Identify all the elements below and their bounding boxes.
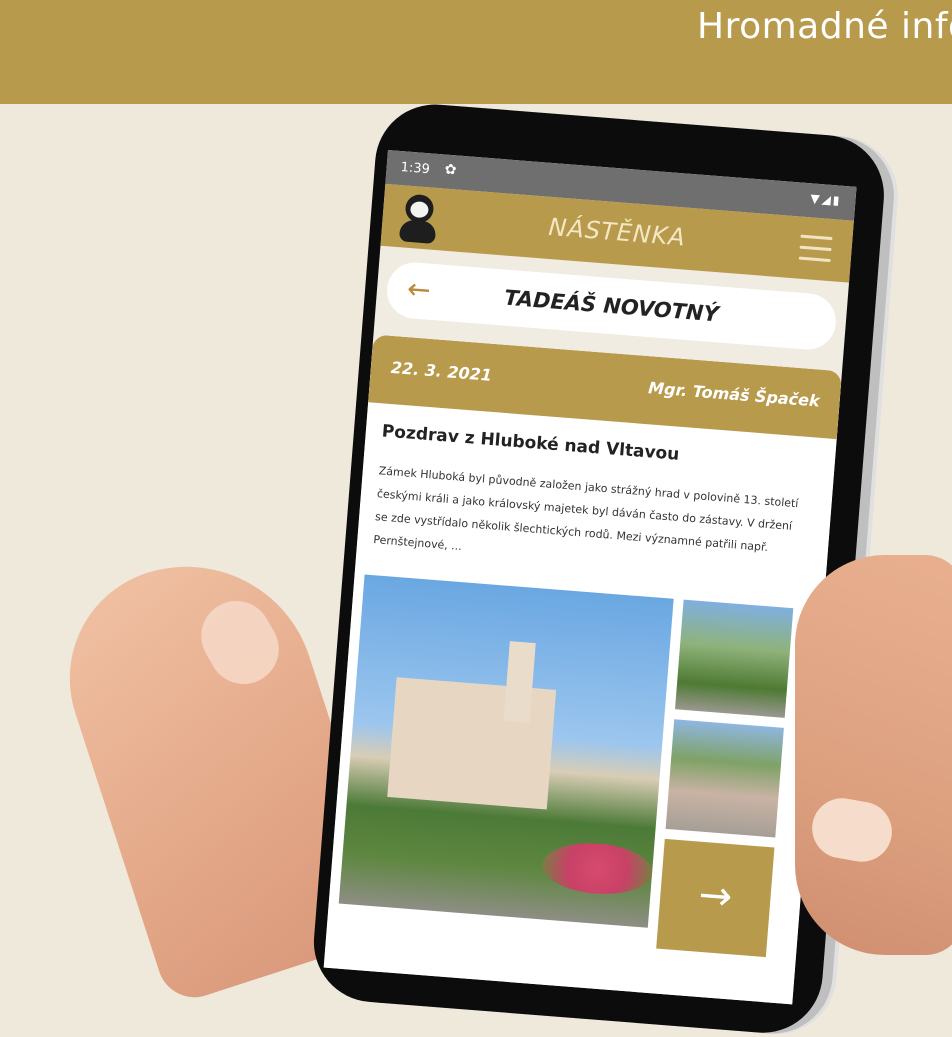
menu-icon[interactable] xyxy=(798,234,833,270)
right-fingers xyxy=(795,555,952,955)
post-title: Pozdrav z Hluboké nad Vltavou xyxy=(381,421,681,465)
photo-thumb-more[interactable]: → xyxy=(656,838,775,958)
top-banner: Hromadné info xyxy=(0,0,952,104)
post-card[interactable]: 22. 3. 2021 Mgr. Tomáš Špaček Pozdrav z … xyxy=(323,334,843,1005)
post-date: 22. 3. 2021 xyxy=(390,357,493,385)
post-text: Zámek Hluboká byl původně založen jako s… xyxy=(372,464,799,555)
photo-main[interactable] xyxy=(338,574,674,928)
next-arrow-icon: → xyxy=(696,871,734,921)
status-time: 1:39 xyxy=(400,160,431,178)
person-name: TADEÁŠ NOVOTNÝ xyxy=(503,285,720,327)
status-icons: ▼◢▮ xyxy=(810,191,842,207)
photo-thumb-2[interactable] xyxy=(665,719,784,838)
battery-icon: ▮ xyxy=(832,193,842,208)
post-author: Mgr. Tomáš Špaček xyxy=(647,378,821,411)
photo-thumb-1[interactable] xyxy=(675,599,794,718)
flowerbed xyxy=(540,839,655,898)
phone-screen: 1:39 ✿ ▼◢▮ NÁSTĚNKA ← TADEÁŠ NOVOTNÝ 22.… xyxy=(323,150,857,1005)
gear-icon: ✿ xyxy=(444,161,457,179)
post-card-header: 22. 3. 2021 Mgr. Tomáš Špaček xyxy=(368,334,843,440)
banner-title: Hromadné info xyxy=(697,6,952,47)
